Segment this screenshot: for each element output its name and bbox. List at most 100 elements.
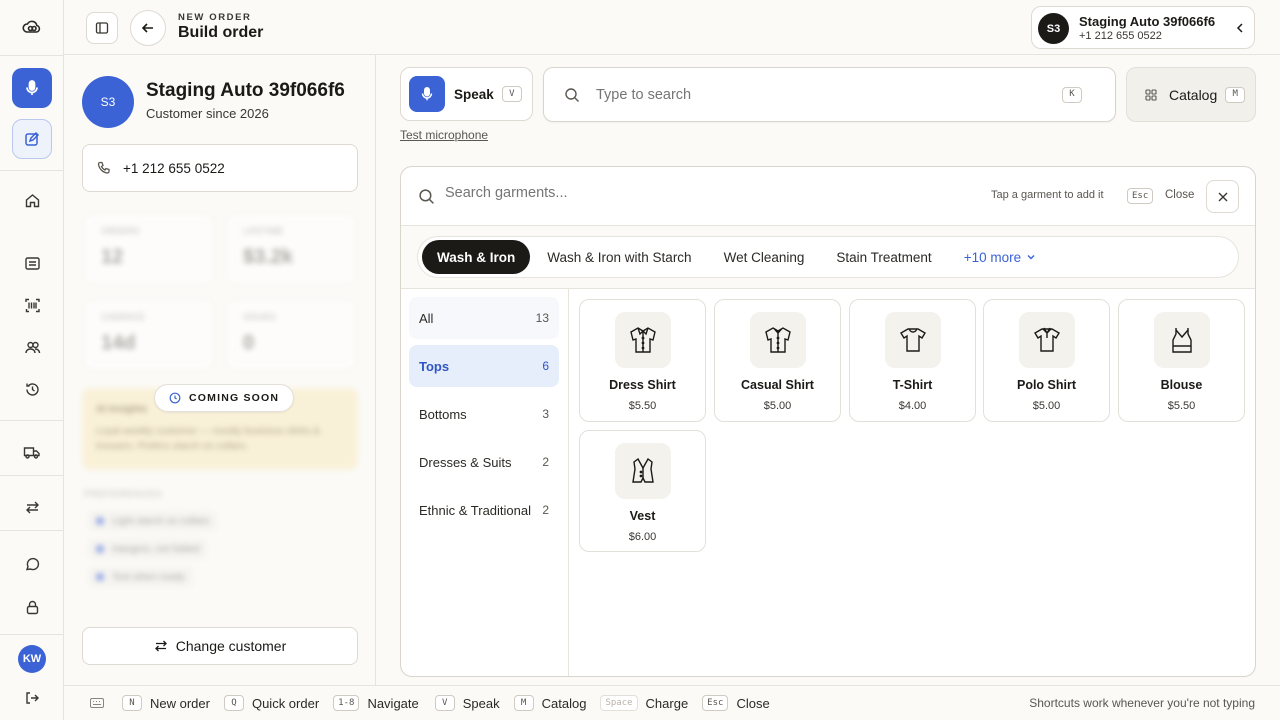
swap-icon <box>25 501 39 513</box>
change-customer-button[interactable]: Change customer <box>82 627 358 665</box>
clock-icon <box>169 392 181 404</box>
edit-icon <box>25 131 40 146</box>
service-tab-wash-iron-starch[interactable]: Wash & Iron with Starch <box>532 240 706 274</box>
chat-nav[interactable] <box>12 544 52 584</box>
top-bar: NEW ORDER Build order S3 Staging Auto 39… <box>64 0 1280 55</box>
close-picker-button[interactable] <box>1206 180 1239 213</box>
t-shirt-icon <box>899 328 926 352</box>
lock-icon <box>26 600 38 614</box>
phone-icon <box>97 161 110 174</box>
customers-nav[interactable] <box>12 327 52 367</box>
header-customer-card[interactable]: S3 Staging Auto 39f066f6 +1 212 655 0522 <box>1031 6 1255 49</box>
category-dresses-suits[interactable]: Dresses & Suits 2 <box>409 441 559 483</box>
new-order-nav[interactable] <box>12 119 52 159</box>
speak-button[interactable]: Speak V <box>400 67 533 121</box>
chevron-left-icon[interactable] <box>1234 22 1246 34</box>
scan-nav[interactable] <box>12 285 52 325</box>
service-tab-stain-treatment[interactable]: Stain Treatment <box>821 240 946 274</box>
history-nav[interactable] <box>12 369 52 409</box>
garment-card-blouse[interactable]: Blouse $5.50 <box>1118 299 1245 422</box>
garment-name: Casual Shirt <box>741 378 814 392</box>
garment-card-t-shirt[interactable]: T-Shirt $4.00 <box>849 299 976 422</box>
sidebar-icon <box>95 22 109 34</box>
stat-cadence: CADENCE 14d <box>84 299 214 371</box>
garment-card-casual-shirt[interactable]: Casual Shirt $5.00 <box>714 299 841 422</box>
app-logo-icon[interactable] <box>12 8 52 48</box>
microphone-icon <box>26 80 38 95</box>
user-avatar[interactable]: KW <box>18 645 46 673</box>
customer-since: Customer since 2026 <box>146 106 269 121</box>
header-customer-phone: +1 212 655 0522 <box>1079 30 1162 42</box>
casual-shirt-icon <box>764 327 791 353</box>
shortcut-key: M <box>513 695 534 711</box>
switch-nav[interactable] <box>12 487 52 527</box>
customer-avatar: S3 <box>82 76 134 128</box>
blouse-icon <box>1171 328 1192 353</box>
orders-nav[interactable] <box>12 243 52 283</box>
category-tops[interactable]: Tops 6 <box>409 345 559 387</box>
swap-icon <box>154 640 167 652</box>
customer-phone: +1 212 655 0522 <box>123 160 225 176</box>
category-ethnic-traditional[interactable]: Ethnic & Traditional 2 <box>409 489 559 531</box>
garment-card-dress-shirt[interactable]: Dress Shirt $5.50 <box>579 299 706 422</box>
shortcut-key: N <box>122 695 142 711</box>
garment-price: $4.00 <box>898 400 927 412</box>
coming-soon-badge: COMING SOON <box>154 384 295 412</box>
grid-icon <box>1145 88 1157 101</box>
garment-name: T-Shirt <box>892 378 933 392</box>
service-tab-wet-cleaning[interactable]: Wet Cleaning <box>709 240 820 274</box>
orders-list-icon <box>24 256 40 270</box>
truck-icon <box>23 446 40 459</box>
shortcut-label: Speak <box>462 695 500 711</box>
close-icon <box>1218 192 1227 201</box>
toggle-sidebar-button[interactable] <box>86 12 118 44</box>
shortcut-key: Esc <box>702 695 729 711</box>
delivery-nav[interactable] <box>12 432 52 472</box>
logout-button[interactable] <box>12 678 52 718</box>
garment-name: Dress Shirt <box>609 378 676 392</box>
esc-shortcut: Esc <box>1127 188 1154 204</box>
test-microphone-link[interactable]: Test microphone <box>400 128 488 142</box>
users-icon <box>24 341 40 353</box>
close-label: Close <box>1165 189 1195 201</box>
catalog-button[interactable]: Catalog M <box>1126 67 1256 122</box>
shortcut-key: Space <box>600 695 638 711</box>
page-title: Build order <box>178 24 264 41</box>
garment-price: $5.50 <box>1167 400 1196 412</box>
lock-nav[interactable] <box>12 587 52 627</box>
preference-item: Light starch on collars <box>88 511 218 531</box>
voice-order-button[interactable] <box>12 68 52 108</box>
service-tab-wash-iron[interactable]: Wash & Iron <box>422 240 531 274</box>
back-button[interactable] <box>130 10 166 46</box>
shortcut-label: Close <box>736 695 770 711</box>
category-bottoms[interactable]: Bottoms 3 <box>409 393 559 435</box>
preference-item: Text when ready <box>88 567 193 587</box>
keyboard-icon <box>90 698 104 708</box>
category-all[interactable]: All 13 <box>409 297 559 339</box>
global-search[interactable]: K <box>543 67 1116 122</box>
chat-icon <box>25 557 39 570</box>
customer-phone-field[interactable]: +1 212 655 0522 <box>82 144 358 192</box>
microphone-icon <box>421 87 433 101</box>
home-nav[interactable] <box>12 180 52 220</box>
search-shortcut: K <box>1062 86 1082 103</box>
shortcut-label: Charge <box>645 695 689 711</box>
stat-lifetime: LIFETIME $3.2k <box>226 213 356 285</box>
shortcut-key: V <box>434 695 455 711</box>
garment-search-input[interactable] <box>445 185 845 201</box>
vest-icon <box>631 457 654 483</box>
chevron-down-icon <box>1027 255 1035 260</box>
search-icon <box>419 189 434 204</box>
customer-stats: ORDERS 12 LIFETIME $3.2k CADENCE 14d ISS… <box>84 213 356 371</box>
shortcut-key: Q <box>223 695 244 711</box>
global-search-input[interactable] <box>596 86 1056 103</box>
preferences-section: PREFERENCES Light starch on collars Hang… <box>82 483 358 589</box>
garment-card-polo-shirt[interactable]: Polo Shirt $5.00 <box>983 299 1110 422</box>
search-icon <box>565 87 579 102</box>
garment-search-bar: Tap a garment to add it Esc Close <box>401 167 1255 226</box>
header-customer-avatar: S3 <box>1038 13 1069 44</box>
shortcut-label: Navigate <box>367 695 419 711</box>
garment-card-vest[interactable]: Vest $6.00 <box>579 430 706 552</box>
more-services-button[interactable]: +10 more <box>949 240 1051 274</box>
garment-hint: Tap a garment to add it <box>991 189 1104 201</box>
